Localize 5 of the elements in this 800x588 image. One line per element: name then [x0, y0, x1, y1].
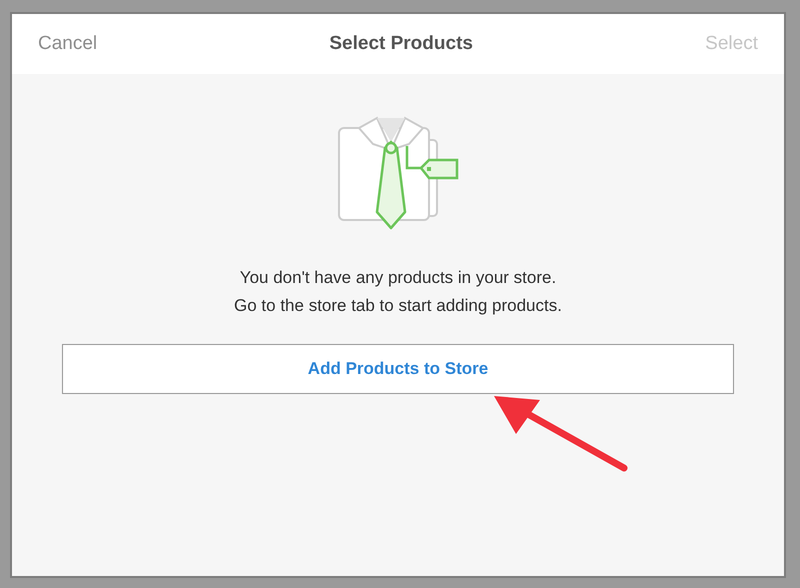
- empty-message: You don't have any products in your store.: [240, 268, 556, 288]
- cancel-button[interactable]: Cancel: [38, 33, 98, 55]
- add-products-button[interactable]: Add Products to Store: [62, 344, 734, 394]
- empty-message: Go to the store tab to start adding products.: [234, 296, 562, 316]
- dialog-title: Select Products: [329, 33, 473, 55]
